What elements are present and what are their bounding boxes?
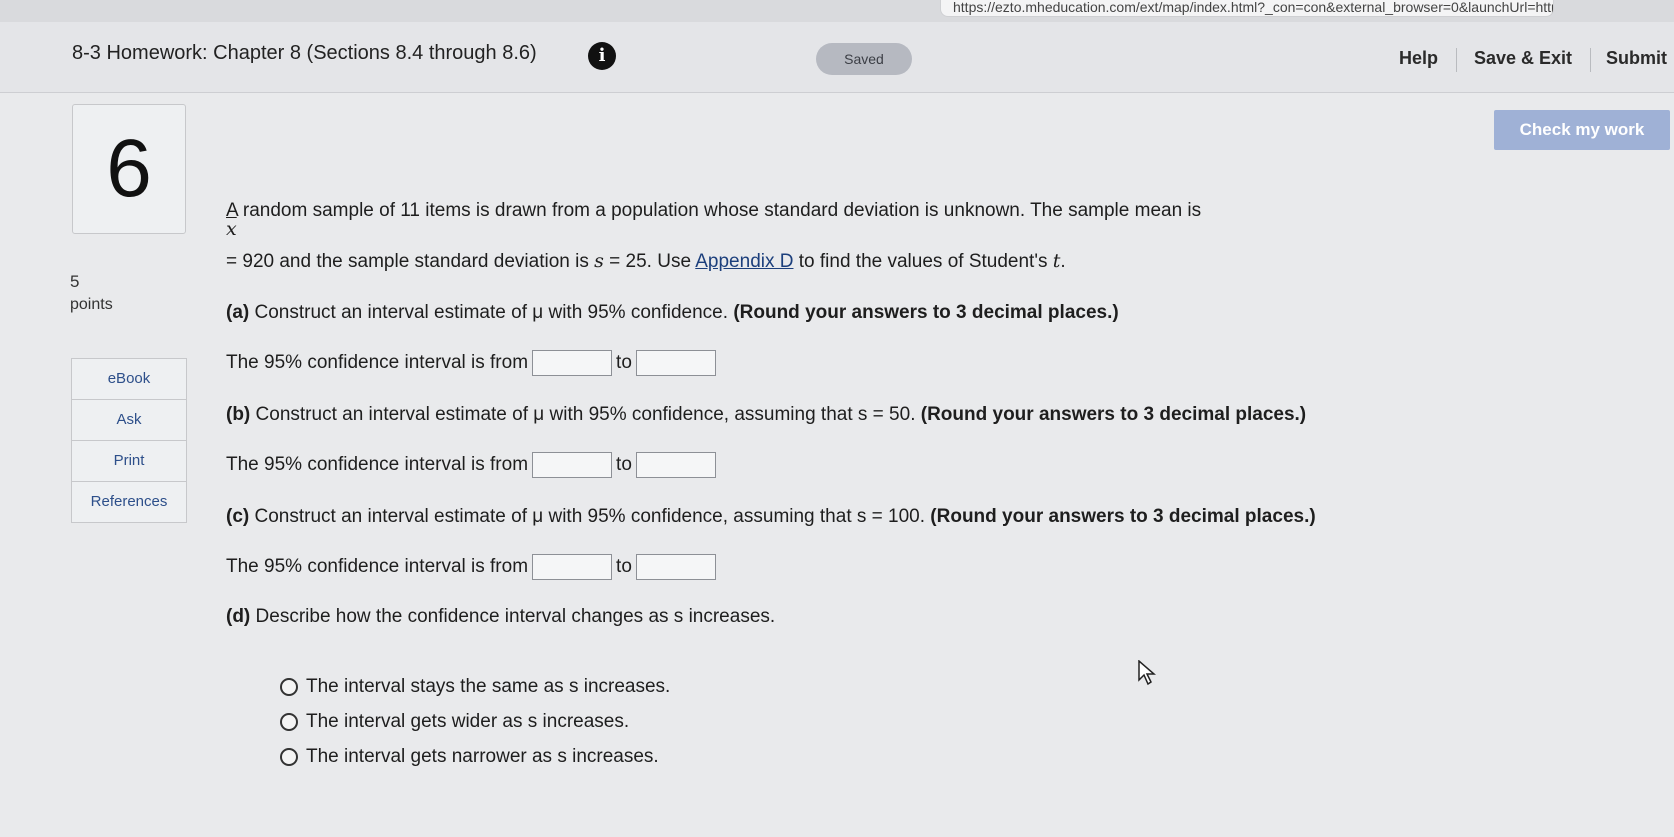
- assignment-header: 8-3 Homework: Chapter 8 (Sections 8.4 th…: [0, 22, 1674, 93]
- radio-button[interactable]: [280, 712, 298, 731]
- part-a-upper-input[interactable]: [635, 350, 716, 376]
- appendix-d-link[interactable]: Appendix D: [695, 251, 793, 272]
- part-d-option-same[interactable]: The interval stays the same as s increas…: [280, 676, 670, 698]
- points-label: points: [70, 296, 113, 313]
- saved-status-badge: Saved: [816, 43, 912, 75]
- save-exit-link[interactable]: Save & Exit: [1474, 48, 1572, 69]
- question-intro-line2: = 920 and the sample standard deviation …: [226, 250, 1066, 272]
- part-c-interval: The 95% confidence interval is from to: [226, 554, 720, 580]
- submit-link[interactable]: Submit: [1606, 48, 1667, 69]
- part-d-option-narrower[interactable]: The interval gets narrower as s increase…: [280, 746, 659, 768]
- mouse-cursor-icon: [1138, 660, 1156, 686]
- part-b-lower-input[interactable]: [532, 452, 613, 478]
- radio-button[interactable]: [280, 747, 298, 766]
- part-d-option-wider[interactable]: The interval gets wider as s increases.: [280, 711, 629, 733]
- ask-button[interactable]: Ask: [72, 400, 186, 441]
- part-c-upper-input[interactable]: [635, 554, 716, 580]
- ebook-button[interactable]: eBook: [72, 359, 186, 400]
- question-intro-line1: A random sample of 11 items is drawn fro…: [226, 200, 1202, 221]
- part-b-interval: The 95% confidence interval is from to: [226, 452, 720, 478]
- part-b-upper-input[interactable]: [635, 452, 716, 478]
- header-divider: [1590, 48, 1591, 72]
- part-a-prompt: (a) Construct an interval estimate of μ …: [226, 302, 1119, 323]
- part-b-prompt: (b) Construct an interval estimate of μ …: [226, 404, 1307, 425]
- print-button[interactable]: Print: [72, 441, 186, 482]
- part-a-lower-input[interactable]: [532, 350, 613, 376]
- xbar-symbol: x: [226, 218, 237, 240]
- part-d-prompt: (d) Describe how the confidence interval…: [226, 606, 776, 627]
- info-circle-icon[interactable]: i: [588, 42, 616, 70]
- points-value: 5: [70, 272, 80, 291]
- header-divider: [1456, 48, 1457, 72]
- references-button[interactable]: References: [72, 482, 186, 522]
- help-link[interactable]: Help: [1399, 48, 1438, 69]
- check-my-work-button[interactable]: Check my work: [1494, 110, 1670, 150]
- part-a-interval: The 95% confidence interval is from to: [226, 350, 720, 376]
- part-c-lower-input[interactable]: [532, 554, 613, 580]
- part-c-prompt: (c) Construct an interval estimate of μ …: [226, 506, 1316, 527]
- assignment-title: 8-3 Homework: Chapter 8 (Sections 8.4 th…: [72, 42, 537, 64]
- question-number: 6: [72, 104, 186, 234]
- browser-url[interactable]: https://ezto.mheducation.com/ext/map/ind…: [940, 0, 1554, 17]
- radio-button[interactable]: [280, 677, 298, 696]
- question-resources: eBook Ask Print References: [71, 358, 187, 523]
- browser-url-strip: https://ezto.mheducation.com/ext/map/ind…: [0, 0, 1674, 23]
